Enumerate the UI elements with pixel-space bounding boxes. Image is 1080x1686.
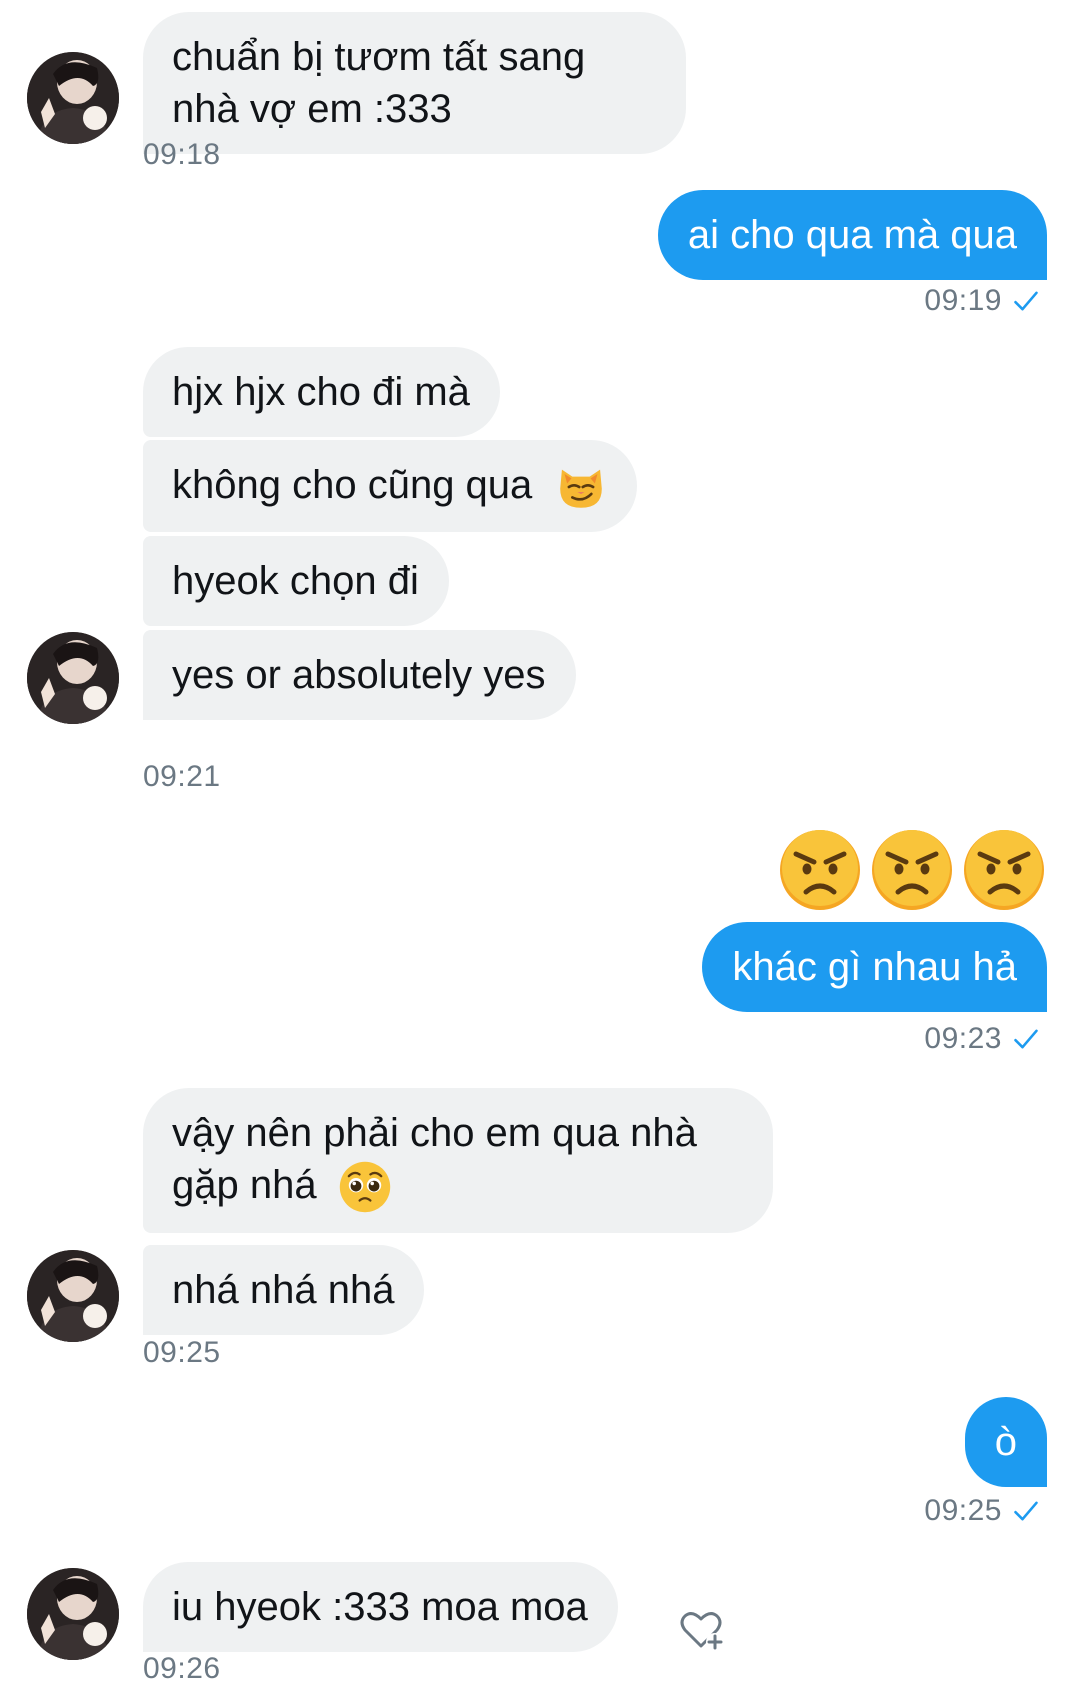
message-text: khác gì nhau hả <box>732 945 1017 989</box>
read-check-icon <box>1012 1497 1040 1525</box>
add-reaction-heart-icon[interactable] <box>677 1606 725 1654</box>
message-bubble[interactable]: iu hyeok :333 moa moa <box>143 1562 618 1652</box>
avatar[interactable] <box>27 52 119 144</box>
timestamp: 09:21 <box>143 760 221 793</box>
angry-face-emoji <box>962 828 1046 912</box>
pleading-face-emoji <box>338 1160 392 1214</box>
message-text: ò <box>994 1420 1017 1464</box>
timestamp: 09:23 <box>924 1022 1002 1055</box>
angry-face-emoji <box>870 828 954 912</box>
message-text: hjx hjx cho đi mà <box>172 370 470 414</box>
avatar[interactable] <box>27 1568 119 1660</box>
timestamp: 09:26 <box>143 1652 221 1685</box>
angry-face-emoji <box>778 828 862 912</box>
message-bubble[interactable]: chuẩn bị tươm tất sang nhà vợ em :333 <box>143 12 686 154</box>
message-text: yes or absolutely yes <box>172 653 546 697</box>
message-text: ai cho qua mà qua <box>687 213 1017 257</box>
message-text: không cho cũng qua <box>172 463 533 507</box>
timestamp: 09:19 <box>924 284 1002 317</box>
read-check-icon <box>1012 1025 1040 1053</box>
message-text: nhá nhá nhá <box>172 1268 395 1312</box>
message-text: iu hyeok :333 moa moa <box>172 1585 588 1629</box>
timestamp-row: 09:23 <box>924 1022 1040 1056</box>
message-bubble[interactable]: ò <box>964 1397 1047 1487</box>
message-bubble[interactable]: nhá nhá nhá <box>143 1245 425 1335</box>
timestamp: 09:18 <box>143 138 221 171</box>
read-check-icon <box>1012 287 1040 315</box>
message-text: chuẩn bị tươm tất sang nhà vợ em :333 <box>172 35 586 131</box>
message-bubble[interactable]: hjx hjx cho đi mà <box>143 347 500 437</box>
timestamp: 09:25 <box>143 1336 221 1369</box>
message-bubble[interactable]: ai cho qua mà qua <box>657 190 1047 280</box>
message-bubble[interactable]: không cho cũng qua <box>143 440 638 533</box>
message-text: hyeok chọn đi <box>172 559 419 603</box>
message-bubble[interactable]: hyeok chọn đi <box>143 536 449 626</box>
timestamp-row: 09:19 <box>924 284 1040 318</box>
smirk-cat-emoji <box>555 461 607 513</box>
message-bubble[interactable]: khác gì nhau hả <box>702 922 1047 1012</box>
emoji-message[interactable] <box>778 828 1046 912</box>
message-bubble[interactable]: vậy nên phải cho em qua nhà gặp nhá <box>143 1088 773 1234</box>
message-text: vậy nên phải cho em qua nhà gặp nhá <box>172 1111 697 1207</box>
timestamp-row: 09:25 <box>924 1494 1040 1528</box>
avatar[interactable] <box>27 1250 119 1342</box>
timestamp: 09:25 <box>924 1494 1002 1527</box>
avatar[interactable] <box>27 632 119 724</box>
message-bubble[interactable]: yes or absolutely yes <box>143 630 576 720</box>
